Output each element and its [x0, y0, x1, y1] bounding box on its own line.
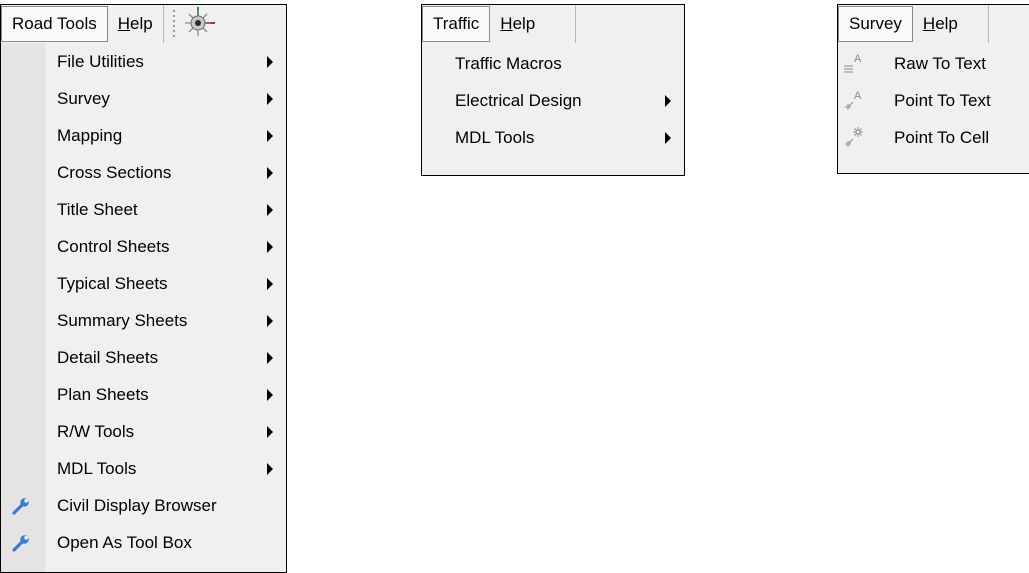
menu-road-tools[interactable]: Road Tools: [1, 6, 108, 42]
menu-help-label: elp: [935, 14, 958, 33]
submenu-arrow-icon: [267, 351, 273, 364]
menu-item-label: Mapping: [57, 125, 123, 145]
submenu-arrow-icon: [267, 240, 273, 253]
menu-item-plan-sheets[interactable]: Plan Sheets: [1, 376, 286, 413]
menu-road-tools-label: Road Tools: [12, 14, 97, 33]
menu-item-survey[interactable]: Survey: [1, 80, 286, 117]
menu-item-label: Survey: [57, 88, 110, 108]
menu-item-title-sheet[interactable]: Title Sheet: [1, 191, 286, 228]
submenu-arrow-icon: [267, 462, 273, 475]
submenu-arrow-icon: [267, 314, 273, 327]
menu-help-label: elp: [512, 14, 536, 33]
menu-help[interactable]: Help: [490, 5, 577, 43]
svg-text:A: A: [854, 90, 862, 102]
menu-item-label: Traffic Macros: [455, 53, 562, 73]
submenu-arrow-icon: [267, 203, 273, 216]
traffic-menubar: Traffic Help: [422, 5, 684, 43]
submenu-arrow-icon: [267, 425, 273, 438]
toolbar-grip-icon[interactable]: [170, 6, 178, 42]
point-to-text-icon: A: [845, 90, 862, 110]
survey-toolbar: Survey Help A Raw To Text A Point To Tex…: [837, 4, 1029, 174]
submenu-arrow-icon: [267, 92, 273, 105]
menu-item-traffic-macros[interactable]: Traffic Macros: [422, 45, 684, 82]
submenu-arrow-icon: [267, 129, 273, 142]
wrench-icon: [12, 535, 29, 552]
menu-item-cross-sections[interactable]: Cross Sections: [1, 154, 286, 191]
menu-item-label: Electrical Design: [455, 90, 582, 110]
menu-item-label: Detail Sheets: [57, 347, 159, 367]
menu-item-label: Point To Text: [894, 90, 991, 110]
menu-item-civil-display-browser[interactable]: Civil Display Browser: [1, 487, 286, 524]
gear-button[interactable]: [178, 5, 218, 41]
menu-help-label: elp: [130, 14, 153, 33]
road-tools-menubar: Road Tools Help: [1, 5, 286, 43]
menu-item-mapping[interactable]: Mapping: [1, 117, 286, 154]
menu-item-summary-sheets[interactable]: Summary Sheets: [1, 302, 286, 339]
menu-item-label: R/W Tools: [57, 421, 135, 441]
menu-help[interactable]: Help: [913, 5, 989, 43]
menu-item-label: Cross Sections: [57, 162, 172, 182]
menu-item-file-utilities[interactable]: File Utilities: [1, 43, 286, 80]
menu-help-mnemonic: H: [117, 14, 131, 33]
menu-item-mdl-tools[interactable]: MDL Tools: [1, 450, 286, 487]
menu-item-label: Plan Sheets: [57, 384, 149, 404]
menu-item-detail-sheets[interactable]: Detail Sheets: [1, 339, 286, 376]
menu-help[interactable]: Help: [108, 5, 164, 43]
menu-item-label: Typical Sheets: [57, 273, 168, 293]
menu-survey[interactable]: Survey: [838, 6, 913, 42]
menu-survey-label: Survey: [849, 14, 902, 33]
menu-item-label: Civil Display Browser: [57, 495, 217, 515]
traffic-dropdown: Traffic Macros Electrical Design MDL Too…: [422, 43, 684, 175]
menu-item-label: Point To Cell: [894, 127, 990, 147]
menu-item-label: MDL Tools: [455, 127, 535, 147]
menu-help-mnemonic: H: [922, 14, 936, 33]
menu-item-point-to-text[interactable]: A Point To Text: [838, 82, 1029, 119]
traffic-toolbar: Traffic Help Traffic Macros Electrical D…: [421, 4, 685, 176]
survey-dropdown: A Raw To Text A Point To Text Point To C…: [838, 43, 1029, 173]
menu-item-label: File Utilities: [57, 51, 144, 71]
submenu-arrow-icon: [665, 131, 671, 144]
raw-to-text-icon: A: [844, 53, 862, 73]
menu-item-label: MDL Tools: [57, 458, 137, 478]
menu-item-label: Summary Sheets: [57, 310, 188, 330]
menu-item-open-as-tool-box[interactable]: Open As Tool Box: [1, 524, 286, 561]
submenu-arrow-icon: [267, 277, 273, 290]
menu-item-label: Title Sheet: [57, 199, 138, 219]
menu-item-electrical-design[interactable]: Electrical Design: [422, 82, 684, 119]
menu-item-control-sheets[interactable]: Control Sheets: [1, 228, 286, 265]
submenu-arrow-icon: [665, 94, 671, 107]
wrench-icon: [12, 498, 29, 515]
menu-item-label: Control Sheets: [57, 236, 170, 256]
menu-help-mnemonic: H: [500, 14, 513, 33]
menu-item-raw-to-text[interactable]: A Raw To Text: [838, 45, 1029, 82]
submenu-arrow-icon: [267, 55, 273, 68]
menu-item-mdl-tools[interactable]: MDL Tools: [422, 119, 684, 156]
point-to-cell-icon: [845, 127, 863, 147]
menu-traffic-label: Traffic: [433, 14, 480, 33]
road-tools-dropdown: File Utilities Survey Mapping Cross Sect…: [1, 43, 286, 572]
menu-item-label: Open As Tool Box: [57, 532, 192, 552]
submenu-arrow-icon: [267, 388, 273, 401]
svg-text:A: A: [854, 53, 862, 65]
menu-item-rw-tools[interactable]: R/W Tools: [1, 413, 286, 450]
menu-item-point-to-cell[interactable]: Point To Cell: [838, 119, 1029, 156]
gear-icon: [184, 7, 215, 36]
road-tools-toolbar: Road Tools Help File Utilities Survey Ma…: [0, 4, 287, 573]
menu-item-label: Raw To Text: [894, 53, 986, 73]
survey-menubar: Survey Help: [838, 5, 1029, 43]
submenu-arrow-icon: [267, 166, 273, 179]
menu-traffic[interactable]: Traffic: [422, 6, 491, 42]
menu-item-typical-sheets[interactable]: Typical Sheets: [1, 265, 286, 302]
